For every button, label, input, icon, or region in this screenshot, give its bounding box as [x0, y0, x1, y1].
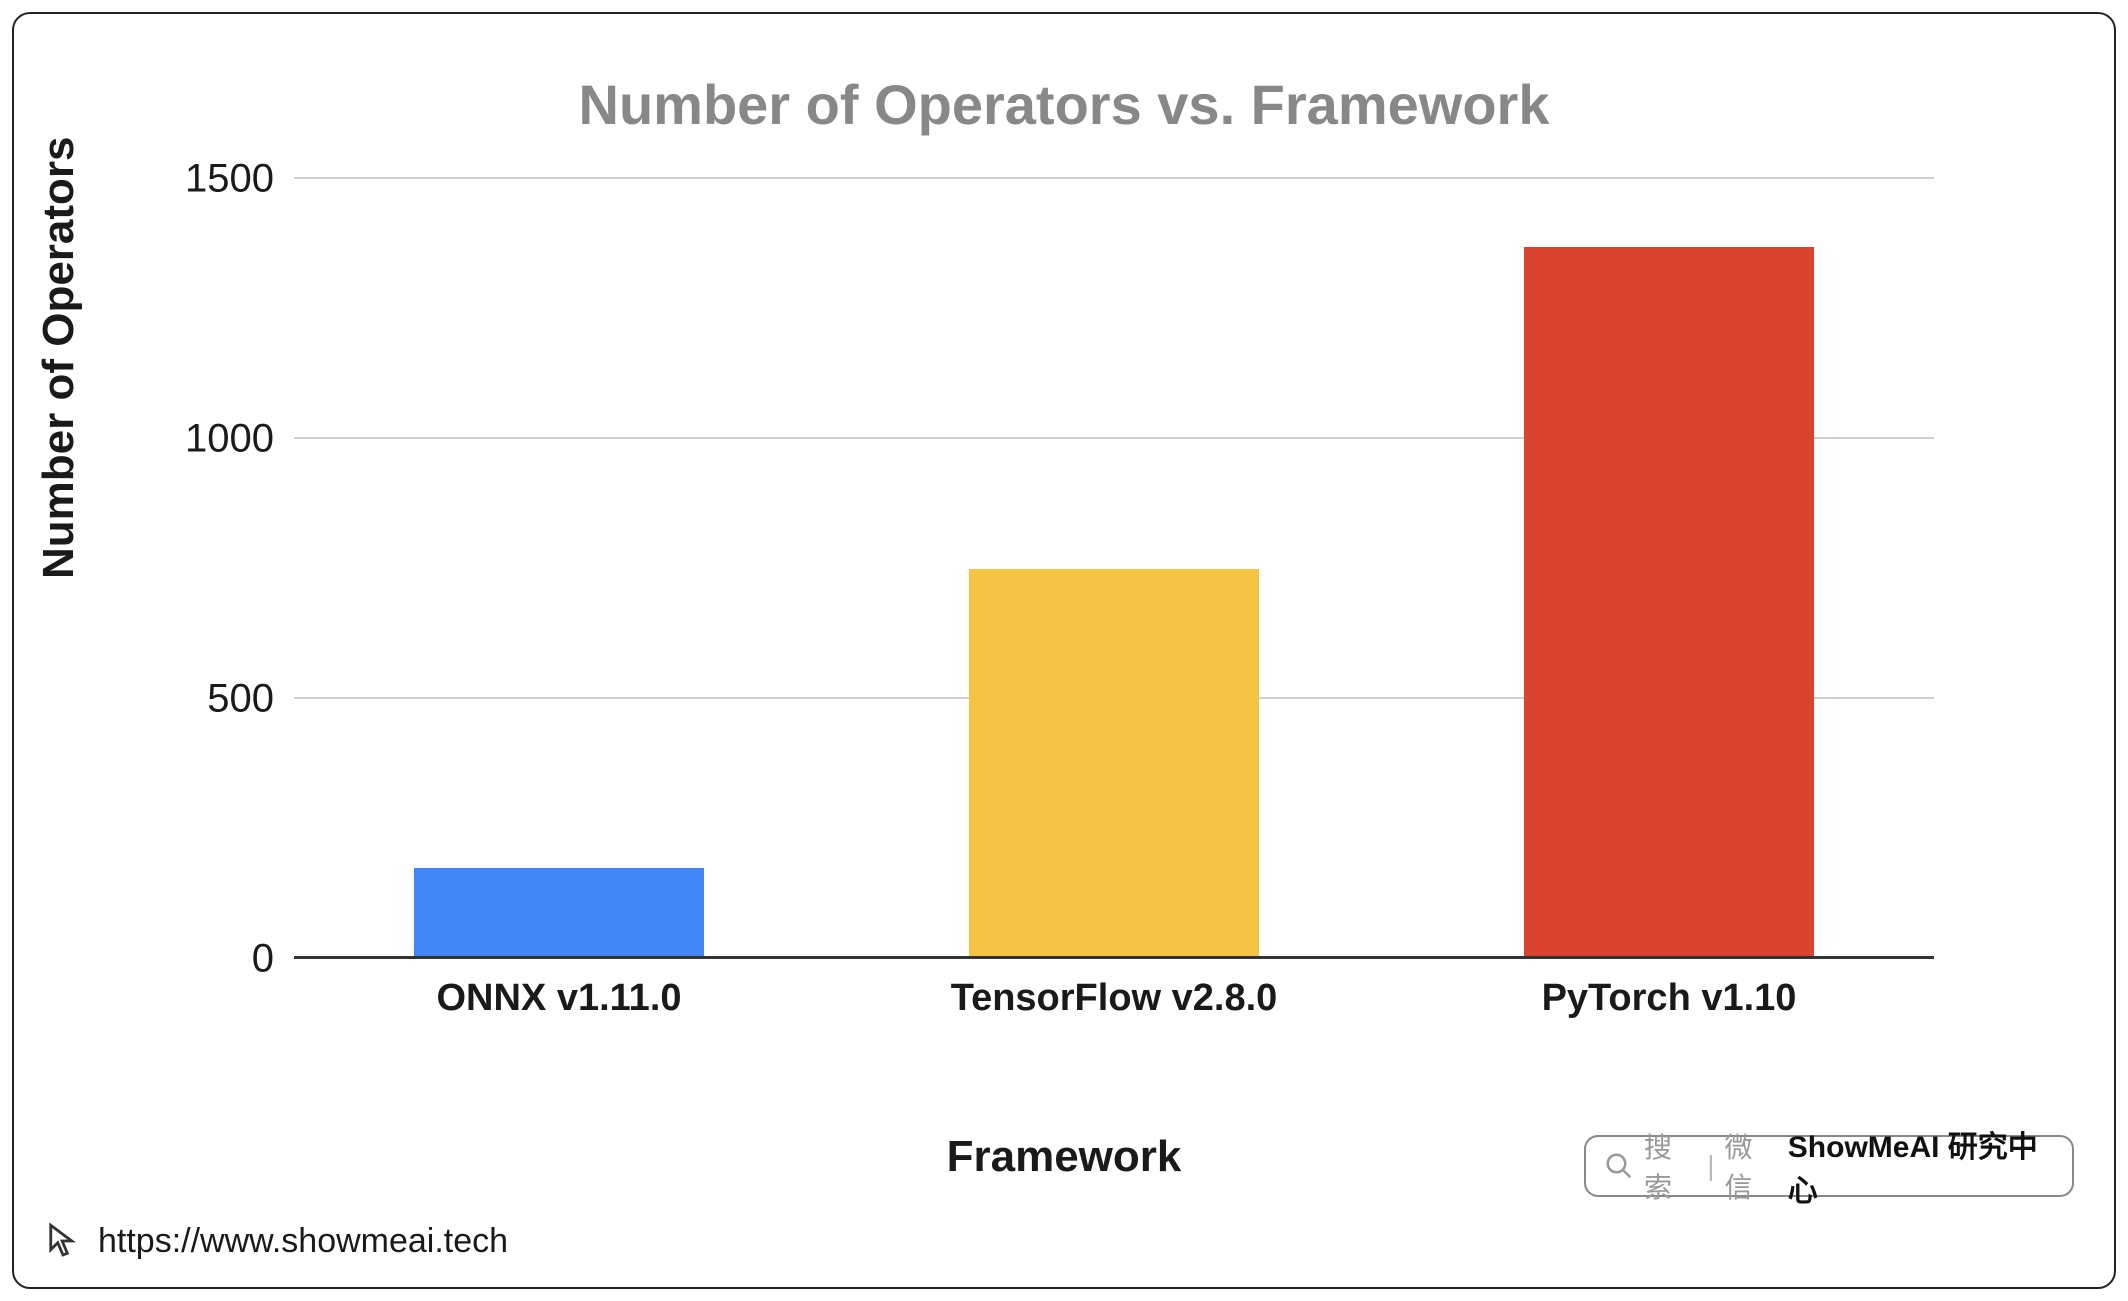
bar-onnx — [414, 868, 704, 959]
search-icon — [1604, 1151, 1634, 1181]
y-tick-label: 1500 — [134, 157, 274, 202]
x-tick-label: PyTorch v1.10 — [1542, 977, 1797, 1020]
search-box[interactable]: 搜索 | 微信 ShowMeAI 研究中心 — [1584, 1135, 2074, 1197]
plot-area: 0 500 1000 1500 ONNX v1.11.0 TensorFlow … — [294, 179, 1934, 959]
y-tick-label: 500 — [134, 677, 274, 722]
chart-title: Number of Operators vs. Framework — [14, 72, 2114, 137]
footer: https://www.showmeai.tech — [42, 1220, 508, 1262]
search-divider: | — [1707, 1150, 1714, 1182]
gridline — [294, 177, 1934, 179]
search-label: 搜索 — [1644, 1126, 1697, 1206]
cursor-icon — [42, 1220, 84, 1262]
x-tick-label: ONNX v1.11.0 — [436, 977, 681, 1020]
y-axis-label: Number of Operators — [34, 136, 84, 579]
y-tick-label: 1000 — [134, 417, 274, 462]
footer-url[interactable]: https://www.showmeai.tech — [98, 1222, 508, 1261]
y-tick-label: 0 — [134, 937, 274, 982]
bar-tensorflow — [969, 569, 1259, 959]
x-tick-label: TensorFlow v2.8.0 — [951, 977, 1278, 1020]
search-provider: 微信 — [1725, 1126, 1778, 1206]
bar-pytorch — [1524, 247, 1814, 959]
search-brand: ShowMeAI 研究中心 — [1788, 1122, 2054, 1210]
chart-container: Number of Operators vs. Framework Number… — [12, 12, 2116, 1289]
x-axis-line — [294, 956, 1934, 959]
